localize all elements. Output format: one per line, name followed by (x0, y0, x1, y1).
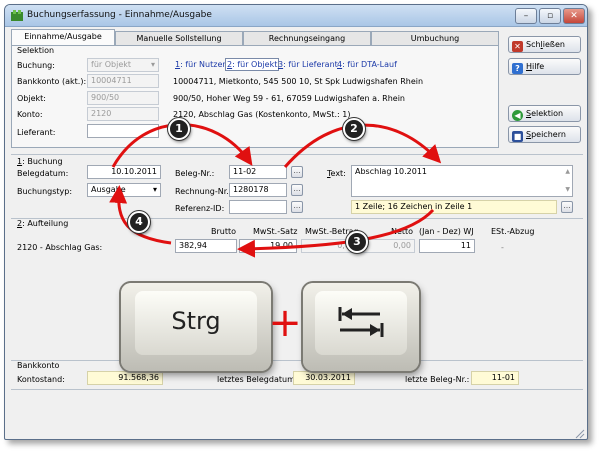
marker-1: 1 (168, 118, 190, 140)
arrow-3 (237, 208, 435, 258)
marker-2: 2 (343, 118, 365, 140)
window: Buchungserfassung - Einnahme/Ausgabe – ▫… (4, 4, 588, 440)
arrows-overlay (109, 123, 442, 258)
marker-4: 4 (128, 211, 150, 233)
marker-3: 3 (346, 231, 368, 253)
